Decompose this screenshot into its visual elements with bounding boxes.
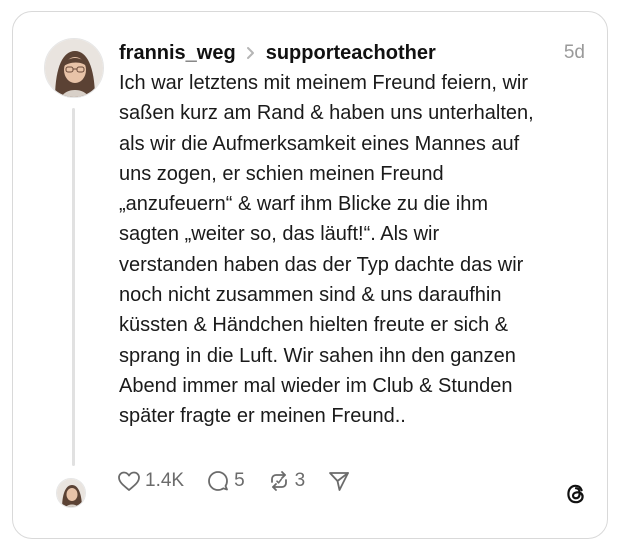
reply-button[interactable]: 5 (206, 469, 245, 493)
repost-count: 3 (294, 470, 306, 491)
repost-icon (270, 471, 287, 491)
action-bar: 1.4K 5 3 (117, 464, 377, 498)
post-header: frannis_weg supporteachother 5d (119, 38, 585, 68)
like-count: 1.4K (145, 470, 185, 491)
reply-count: 5 (234, 470, 245, 491)
like-button[interactable]: 1.4K (117, 470, 184, 492)
send-icon (329, 472, 350, 491)
chevron-right-icon (246, 46, 256, 60)
threads-logo[interactable] (563, 481, 589, 507)
comment-icon (208, 471, 228, 491)
heart-icon (118, 471, 140, 491)
repost-button[interactable]: 3 (267, 469, 306, 493)
thread-line (72, 108, 75, 466)
community-name[interactable]: supporteachother (266, 42, 436, 65)
avatar[interactable] (44, 38, 104, 98)
post-text: Ich war letztens mit meinem Freund feier… (119, 72, 534, 428)
post-card: frannis_weg supporteachother 5d Ich war … (12, 11, 608, 539)
avatar[interactable] (56, 478, 86, 508)
share-button[interactable] (327, 469, 355, 493)
username[interactable]: frannis_weg (119, 42, 236, 65)
timestamp: 5d (563, 42, 585, 63)
